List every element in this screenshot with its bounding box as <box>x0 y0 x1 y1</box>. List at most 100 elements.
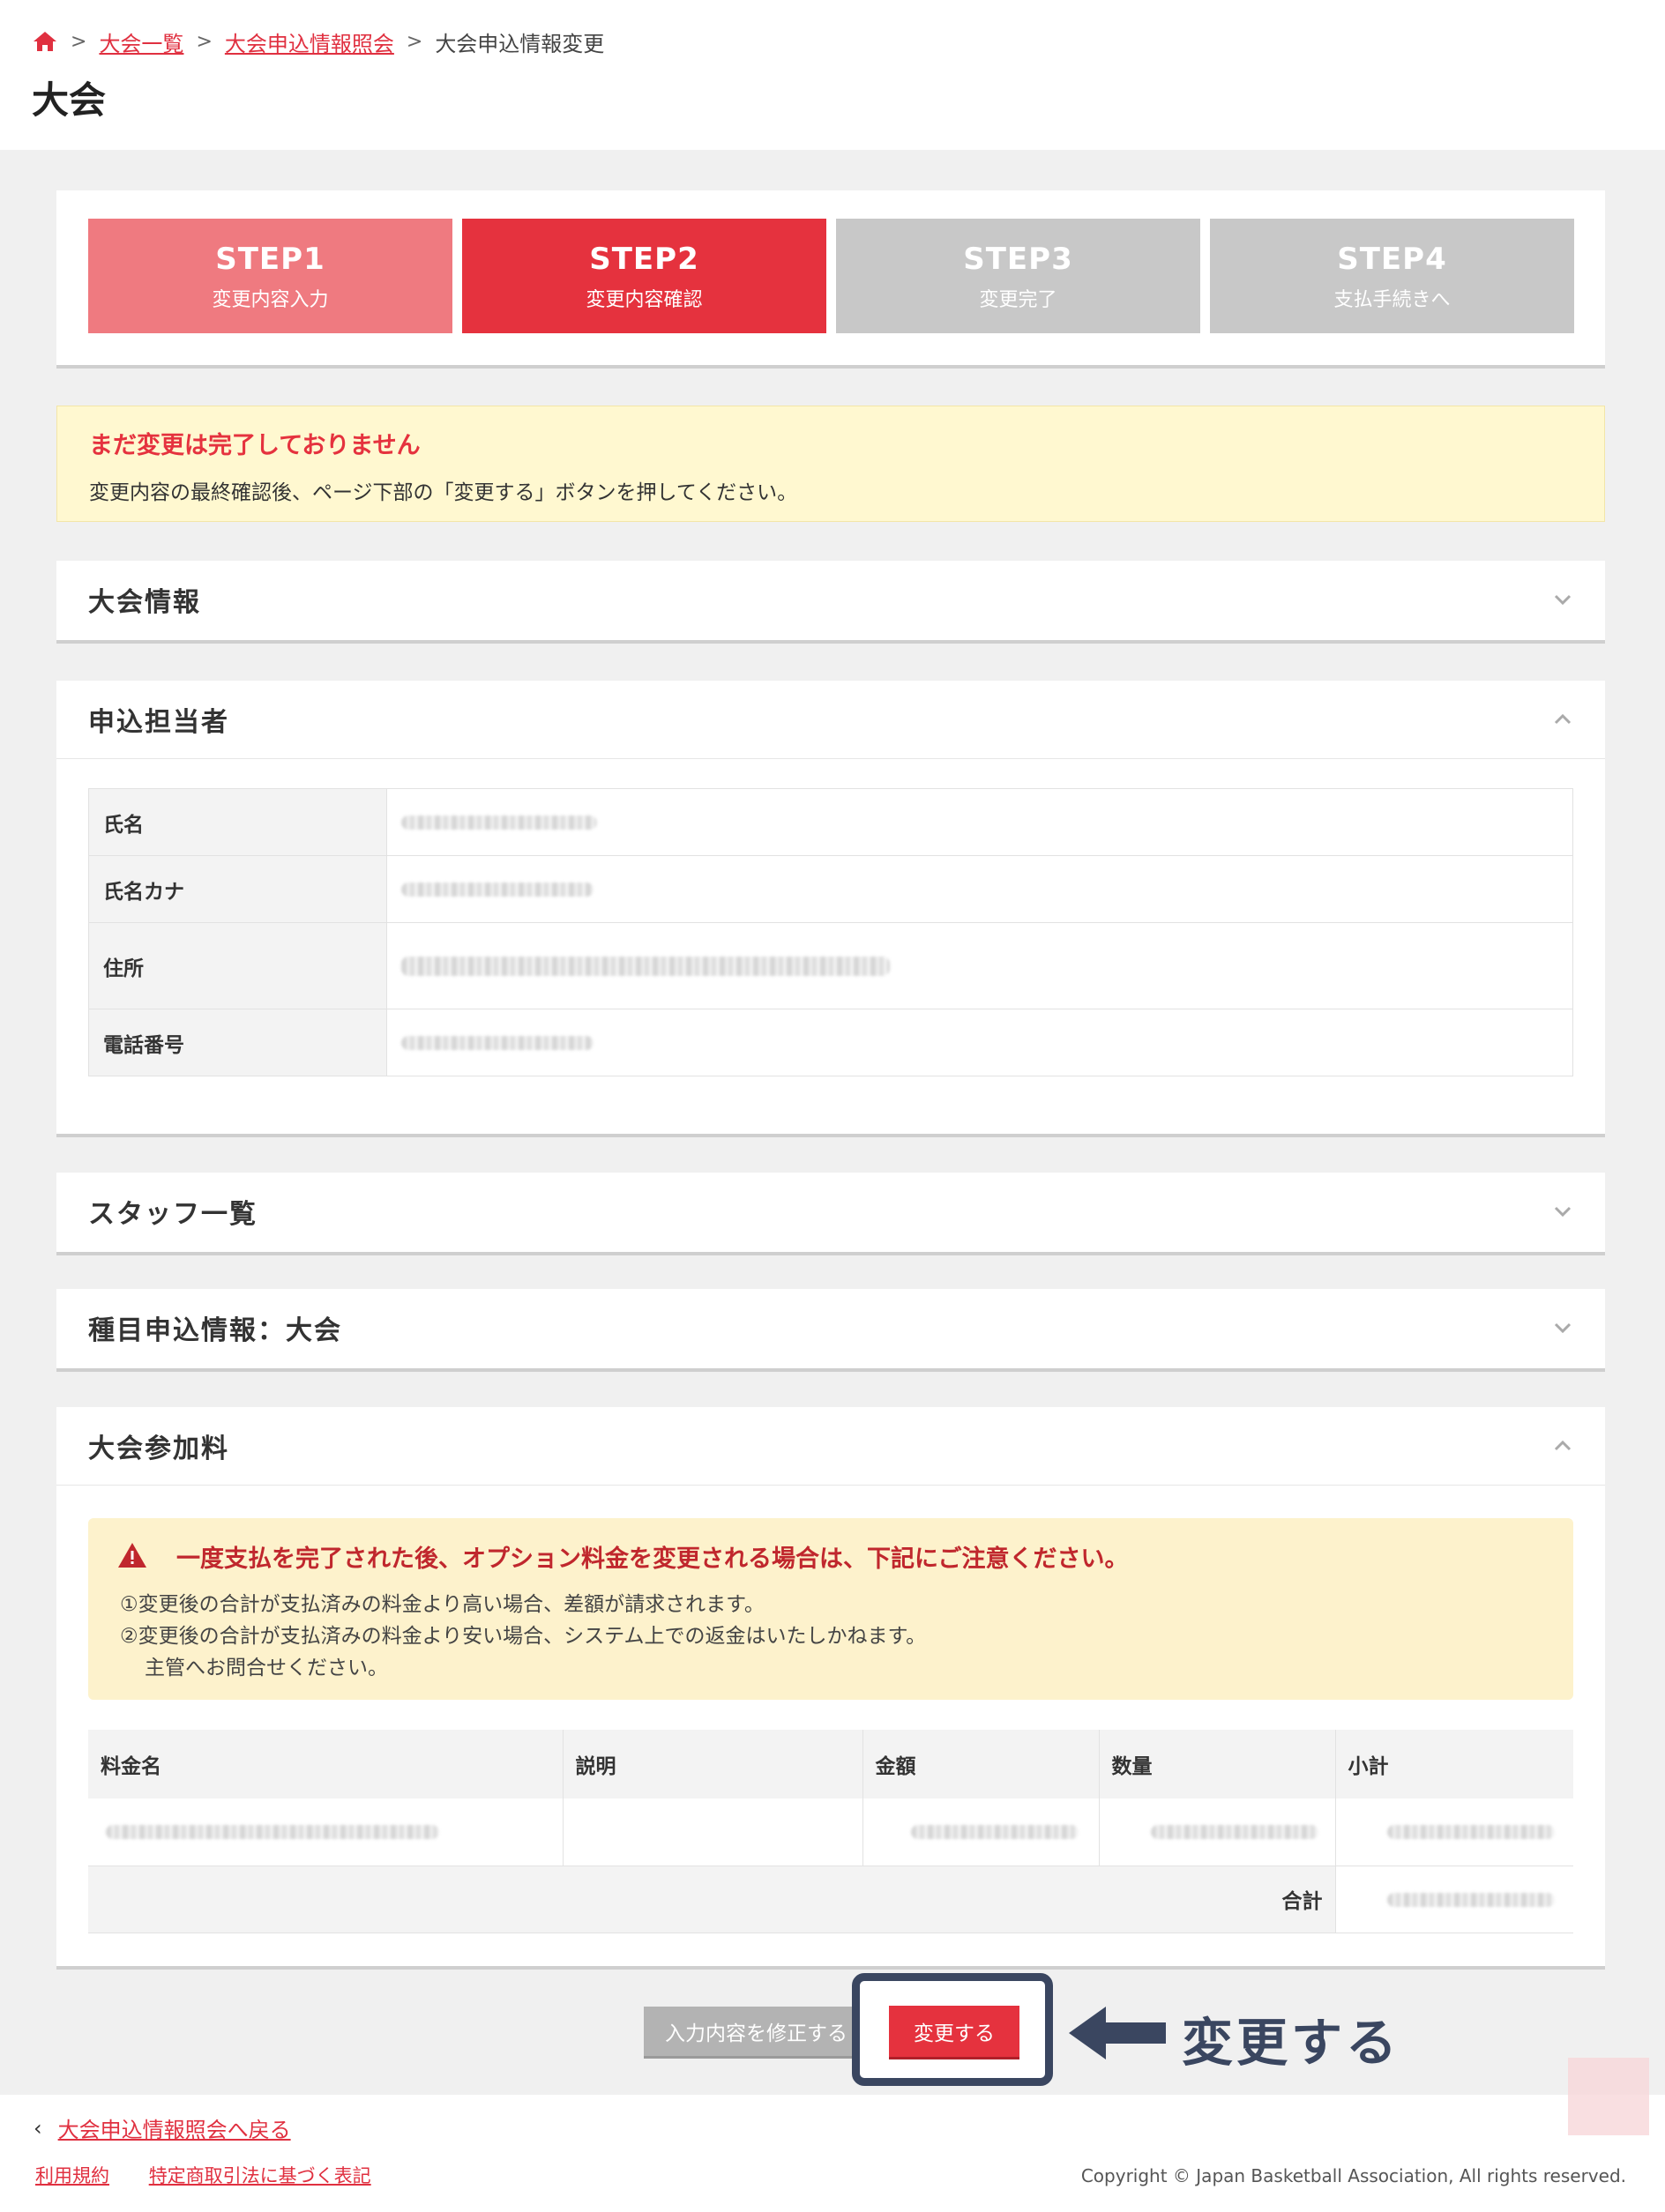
divider <box>56 758 1605 759</box>
redacted-value <box>401 816 597 830</box>
row-label: 氏名 <box>88 788 387 856</box>
table-total-row: 合計 <box>88 1866 1573 1933</box>
section-event-application[interactable]: 種目申込情報：大会 <box>56 1289 1605 1372</box>
chevron-down-icon[interactable] <box>1552 589 1573 610</box>
row-label: 電話番号 <box>88 1009 387 1076</box>
warning-line: ②変更後の合計が支払済みの料金より安い場合、システム上での返金はいたしかねます。 <box>120 1625 927 1648</box>
fee-table: 料金名 説明 金額 数量 小計 合計 <box>88 1730 1573 1933</box>
redacted-value <box>401 1036 594 1050</box>
fee-name-redacted <box>88 1799 564 1866</box>
breadcrumb-separator: > <box>406 30 423 53</box>
fee-warning-box: 一度支払を完了された後、オプション料金を変更される場合は、下記にご注意ください。… <box>88 1518 1573 1700</box>
step-2: STEP2 変更内容確認 <box>462 219 826 333</box>
total-label: 合計 <box>88 1866 1336 1933</box>
section-staff[interactable]: スタッフ一覧 <box>56 1173 1605 1255</box>
fee-quantity-redacted <box>1099 1799 1336 1866</box>
redacted-value <box>401 957 890 976</box>
section-title: 大会参加料 <box>88 1434 229 1464</box>
step-number: STEP3 <box>963 242 1073 277</box>
step-4: STEP4 支払手続きへ <box>1210 219 1574 333</box>
chevron-up-icon[interactable] <box>1552 1435 1573 1456</box>
footer: ‹ 大会申込情報照会へ戻る 利用規約 特定商取引法に基づく表記 Copyrigh… <box>0 2095 1665 2212</box>
page-title: 大会 <box>32 78 107 122</box>
edit-input-button[interactable]: 入力内容を修正する <box>644 2007 864 2056</box>
section-tournament-info[interactable]: 大会情報 <box>56 561 1605 644</box>
breadcrumb-current: 大会申込情報変更 <box>435 31 605 56</box>
fee-amount-redacted <box>862 1799 1100 1866</box>
step-indicator: STEP1 変更内容入力 STEP2 変更内容確認 STEP3 変更完了 STE… <box>56 190 1605 369</box>
step-label: 変更内容入力 <box>212 289 329 311</box>
step-label: 支払手続きへ <box>1333 289 1451 311</box>
breadcrumb-separator: > <box>196 30 213 53</box>
redacted-value <box>1150 1825 1318 1840</box>
callout-label: 変更する <box>1182 2013 1401 2073</box>
footer-link-terms[interactable]: 利用規約 <box>35 2165 109 2186</box>
fee-description <box>563 1799 863 1866</box>
section-entry-fee: 大会参加料 一度支払を完了された後、オプション料金を変更される場合は、下記にご注… <box>56 1407 1605 1970</box>
column-header: 数量 <box>1099 1730 1336 1799</box>
warning-icon <box>118 1543 146 1568</box>
fee-subtotal-redacted <box>1335 1799 1573 1866</box>
table-row: 氏名 <box>88 788 1573 856</box>
section-header[interactable]: 大会参加料 <box>56 1407 1605 1485</box>
row-value-redacted <box>386 855 1573 923</box>
table-header-row: 料金名 説明 金額 数量 小計 <box>88 1730 1573 1799</box>
scroll-to-top-button[interactable] <box>1568 2058 1649 2135</box>
step-number: STEP4 <box>1337 242 1447 277</box>
warning-line: ①変更後の合計が支払済みの料金より高い場合、差額が請求されます。 <box>120 1593 765 1616</box>
chevron-up-icon[interactable] <box>1552 709 1573 730</box>
section-title: 種目申込情報：大会 <box>88 1315 342 1346</box>
redacted-value <box>1386 1892 1555 1907</box>
notice-text: 変更内容の最終確認後、ページ下部の「変更する」ボタンを押してください。 <box>89 481 798 504</box>
section-applicant: 申込担当者 氏名 氏名カナ 住所 電話番号 <box>56 681 1605 1137</box>
step-3: STEP3 変更完了 <box>836 219 1200 333</box>
section-title: 大会情報 <box>88 587 201 618</box>
row-value-redacted <box>386 1009 1573 1076</box>
warning-title: 一度支払を完了された後、オプション料金を変更される場合は、下記にご注意ください。 <box>176 1545 1129 1573</box>
change-button[interactable]: 変更する <box>889 2006 1019 2057</box>
step-number: STEP2 <box>589 242 699 277</box>
redacted-value <box>106 1825 439 1840</box>
table-row: 電話番号 <box>88 1009 1573 1076</box>
row-label: 住所 <box>88 922 387 1009</box>
section-header[interactable]: スタッフ一覧 <box>56 1173 1605 1250</box>
back-link[interactable]: ‹ 大会申込情報照会へ戻る <box>34 2112 291 2143</box>
breadcrumb-separator: > <box>71 30 87 53</box>
section-header[interactable]: 申込担当者 <box>56 681 1605 758</box>
redacted-value <box>1386 1825 1555 1840</box>
breadcrumb: > 大会一覧 > 大会申込情報照会 > 大会申込情報変更 <box>32 26 604 56</box>
step-label: 変更完了 <box>979 289 1057 311</box>
section-title: スタッフ一覧 <box>88 1199 258 1230</box>
back-link-label[interactable]: 大会申込情報照会へ戻る <box>58 2112 291 2143</box>
warning-line: 主管へお問合せください。 <box>145 1657 388 1679</box>
chevron-left-icon: ‹ <box>34 2115 42 2141</box>
applicant-table: 氏名 氏名カナ 住所 電話番号 <box>88 788 1573 1076</box>
column-header: 小計 <box>1335 1730 1573 1799</box>
divider <box>56 1485 1605 1486</box>
column-header: 料金名 <box>88 1730 564 1799</box>
breadcrumb-link-tournament-list[interactable]: 大会一覧 <box>99 26 183 57</box>
total-value-redacted <box>1335 1866 1573 1933</box>
table-row <box>88 1799 1573 1866</box>
notice-box: まだ変更は完了しておりません 変更内容の最終確認後、ページ下部の「変更する」ボタ… <box>56 406 1605 522</box>
chevron-down-icon[interactable] <box>1552 1317 1573 1338</box>
step-label: 変更内容確認 <box>586 289 703 311</box>
chevron-down-icon[interactable] <box>1552 1201 1573 1222</box>
row-value-redacted <box>386 922 1573 1009</box>
row-value-redacted <box>386 788 1573 856</box>
redacted-value <box>401 883 594 897</box>
home-icon[interactable] <box>32 30 58 53</box>
section-header[interactable]: 大会情報 <box>56 561 1605 638</box>
page-header: > 大会一覧 > 大会申込情報照会 > 大会申込情報変更 大会 <box>0 0 1665 150</box>
section-title: 申込担当者 <box>88 707 229 738</box>
footer-links: 利用規約 特定商取引法に基づく表記 <box>35 2162 405 2188</box>
column-header: 説明 <box>563 1730 863 1799</box>
row-label: 氏名カナ <box>88 855 387 923</box>
table-row: 氏名カナ <box>88 855 1573 923</box>
section-header[interactable]: 種目申込情報：大会 <box>56 1289 1605 1367</box>
breadcrumb-link-application-inquiry[interactable]: 大会申込情報照会 <box>225 26 394 57</box>
table-row: 住所 <box>88 922 1573 1009</box>
footer-link-commerce-law[interactable]: 特定商取引法に基づく表記 <box>149 2165 371 2186</box>
redacted-value <box>910 1825 1079 1840</box>
notice-title: まだ変更は完了しておりません <box>89 432 421 459</box>
